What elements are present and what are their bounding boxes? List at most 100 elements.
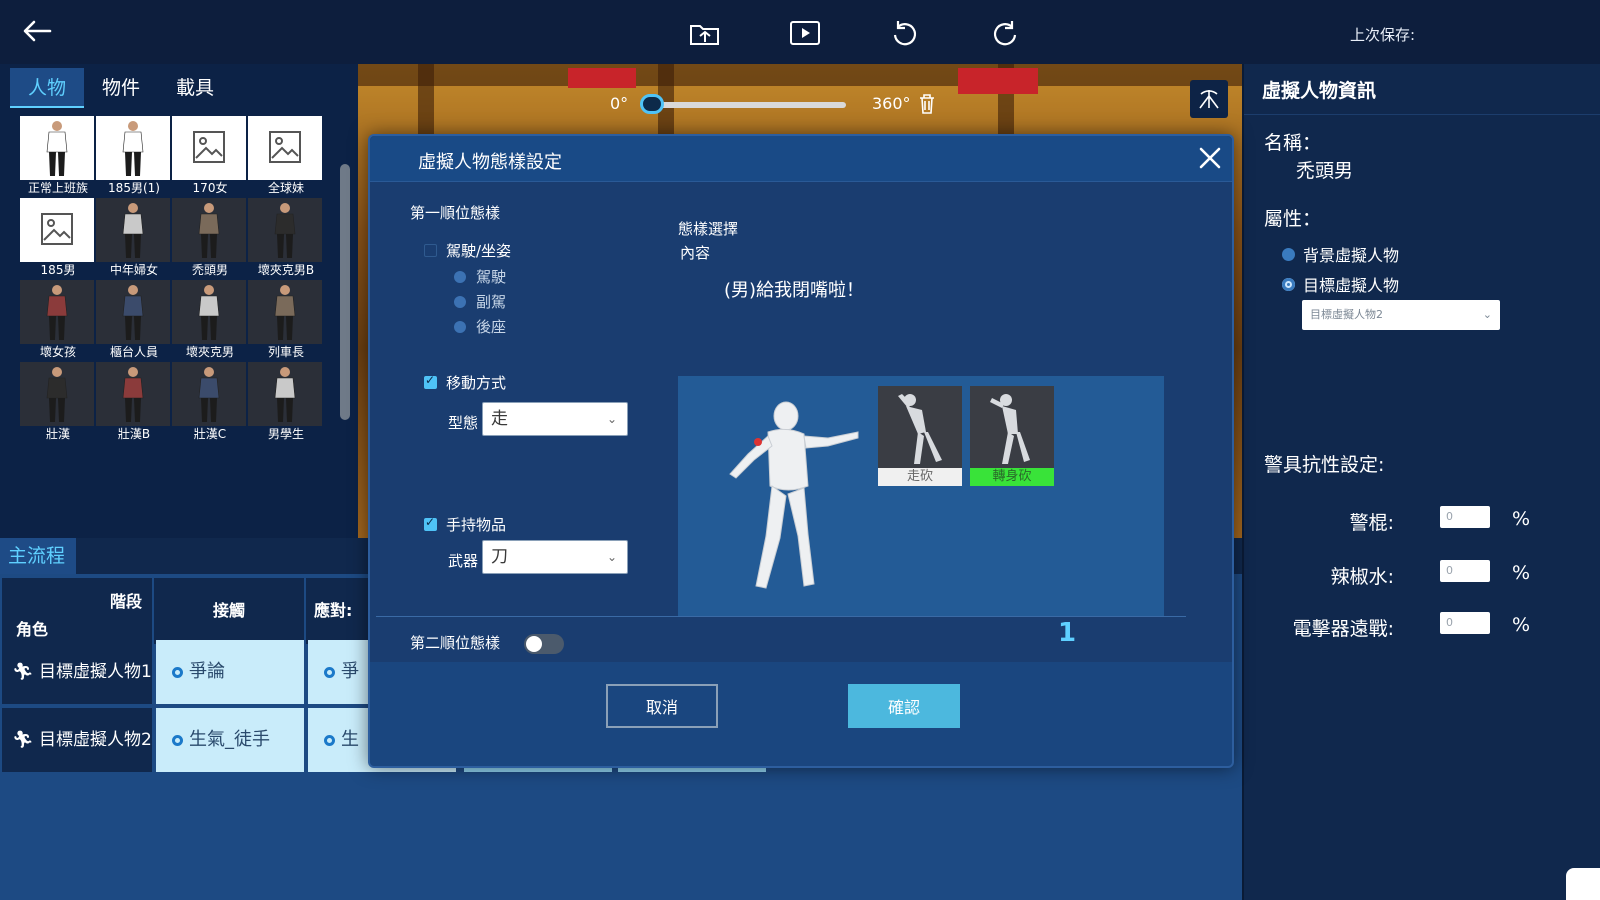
second-priority-label: 第二順位態樣 <box>410 634 501 652</box>
tab-main-flow[interactable]: 主流程 <box>0 538 76 574</box>
column-header-contact: 接觸 <box>154 578 304 644</box>
confirm-button[interactable]: 確認 <box>848 684 960 728</box>
asset-label: 禿頭男 <box>191 263 228 277</box>
handheld-checkbox[interactable] <box>424 515 437 531</box>
resistance-row-pepper-spray: 辣椒水: 0 % <box>1244 560 1600 590</box>
select-value: 目標虛擬人物2 <box>1310 308 1383 321</box>
tab-objects[interactable]: 物件 <box>84 68 158 108</box>
image-placeholder-icon <box>248 116 322 180</box>
resistance-input[interactable]: 0 <box>1440 506 1490 528</box>
asset-item[interactable]: 全球妹 <box>248 116 324 198</box>
driver-radio[interactable] <box>454 271 466 283</box>
character-thumbnail <box>96 116 170 180</box>
asset-item[interactable]: 壯漢B <box>96 362 172 444</box>
asset-item[interactable]: 壞夾克男 <box>172 280 248 362</box>
asset-item[interactable]: 正常上班族 <box>20 116 96 198</box>
character-thumbnail <box>20 362 94 426</box>
asset-item[interactable]: 列車長 <box>248 280 324 362</box>
asset-item[interactable]: 壯漢C <box>172 362 248 444</box>
tab-vehicles[interactable]: 載具 <box>158 68 232 108</box>
asset-item[interactable]: 中年婦女 <box>96 198 172 280</box>
page-number[interactable]: 1 <box>1058 618 1076 648</box>
copilot-label: 副駕 <box>476 293 507 311</box>
camera-view-button[interactable] <box>1190 80 1228 118</box>
flow-cell[interactable]: 爭論 <box>156 640 304 704</box>
asset-item[interactable]: 壞夾克男B <box>248 198 324 280</box>
flow-role-row-1[interactable]: 🏃︎ 目標虛擬人物1 <box>2 640 152 704</box>
percent-unit: % <box>1512 508 1531 530</box>
copilot-radio[interactable] <box>454 296 466 308</box>
tab-characters[interactable]: 人物 <box>10 68 84 108</box>
pose-preview-area: 走砍 轉身砍 <box>678 376 1164 616</box>
content-text: (男)給我閉嘴啦！ <box>724 280 865 301</box>
rotation-track[interactable] <box>646 102 846 108</box>
asset-item[interactable]: 170女 <box>172 116 248 198</box>
dialog-footer: 取消 確認 <box>370 662 1232 766</box>
asset-item[interactable]: 禿頭男 <box>172 198 248 280</box>
character-thumbnail <box>172 280 246 344</box>
trash-icon[interactable] <box>918 93 936 115</box>
attr-radio-background[interactable]: 背景虛擬人物 <box>1282 242 1399 266</box>
asset-scrollbar[interactable] <box>340 164 350 420</box>
asset-item[interactable]: 壯漢 <box>20 362 96 444</box>
close-icon[interactable] <box>1196 144 1224 172</box>
asset-item[interactable]: 櫃台人員 <box>96 280 172 362</box>
cancel-button[interactable]: 取消 <box>606 684 718 728</box>
redo-icon[interactable] <box>988 18 1022 48</box>
percent-unit: % <box>1512 614 1531 636</box>
pose-settings-dialog: 虛擬人物態樣設定 第一順位態樣 駕駛/坐姿 駕駛 副駕 後座 移動方式 型態 走… <box>368 134 1234 768</box>
pose-thumb-walk-slash[interactable]: 走砍 <box>878 386 962 486</box>
select-value: 刀 <box>491 547 508 567</box>
asset-item[interactable]: 男學生 <box>248 362 324 444</box>
cell-label: 爭 <box>341 661 359 682</box>
weapon-select[interactable]: 刀 ⌄ <box>482 540 628 574</box>
drive-sit-checkbox[interactable] <box>424 244 437 257</box>
open-folder-icon[interactable] <box>688 18 722 48</box>
content-label: 內容 <box>680 244 711 262</box>
attr-option-label: 背景虛擬人物 <box>1303 246 1400 265</box>
node-icon <box>172 666 183 678</box>
back-arrow-icon[interactable] <box>20 16 54 46</box>
person-icon: 🏃︎ <box>12 662 34 682</box>
section-divider <box>376 616 1186 617</box>
movement-checkbox[interactable] <box>424 373 437 389</box>
character-thumbnail <box>248 280 322 344</box>
backseat-radio[interactable] <box>454 321 466 333</box>
title-divider <box>1244 114 1600 115</box>
second-priority-toggle[interactable] <box>524 634 564 654</box>
play-icon[interactable] <box>788 18 822 48</box>
movement-type-select[interactable]: 走 ⌄ <box>482 402 628 436</box>
undo-icon[interactable] <box>888 18 922 48</box>
first-priority-label: 第一順位態樣 <box>410 204 501 222</box>
cell-label: 爭論 <box>189 661 225 682</box>
top-toolbar: 上次保存: <box>0 0 1600 64</box>
target-character-select[interactable]: 目標虛擬人物2 ⌄ <box>1302 300 1500 330</box>
flow-role-row-2[interactable]: 🏃︎ 目標虛擬人物2 <box>2 708 152 772</box>
flow-cell[interactable]: 生氣_徒手 <box>156 708 304 772</box>
ceiling-beam <box>358 64 1242 86</box>
drive-sit-label: 駕駛/坐姿 <box>446 242 512 260</box>
attr-radio-target[interactable]: 目標虛擬人物 <box>1282 272 1399 296</box>
pose-figure-icon <box>990 394 1030 464</box>
asset-label: 壞夾克男 <box>185 345 234 359</box>
last-save-label: 上次保存: <box>1350 26 1416 44</box>
backseat-label: 後座 <box>476 318 507 336</box>
person-icon: 🏃︎ <box>12 730 34 750</box>
asset-item[interactable]: 壞女孩 <box>20 280 96 362</box>
image-placeholder-icon <box>172 116 246 180</box>
stage-header: 階段 <box>109 592 142 611</box>
rotation-knob[interactable] <box>640 94 664 114</box>
chevron-down-icon: ⌄ <box>606 550 617 564</box>
chevron-down-icon: ⌄ <box>1482 308 1492 321</box>
pose-thumb-turn-slash[interactable]: 轉身砍 <box>970 386 1054 486</box>
movement-label: 移動方式 <box>446 374 507 392</box>
resistance-input[interactable]: 0 <box>1440 612 1490 634</box>
rotation-slider[interactable]: 0° 360° <box>610 90 934 120</box>
resistance-input[interactable]: 0 <box>1440 560 1490 582</box>
role-name: 目標虛擬人物2 <box>39 730 152 750</box>
name-value: 禿頭男 <box>1296 160 1354 182</box>
asset-item[interactable]: 185男(1) <box>96 116 172 198</box>
asset-item[interactable]: 185男 <box>20 198 96 280</box>
chevron-down-icon: ⌄ <box>606 412 617 426</box>
asset-label: 壯漢C <box>193 427 227 441</box>
